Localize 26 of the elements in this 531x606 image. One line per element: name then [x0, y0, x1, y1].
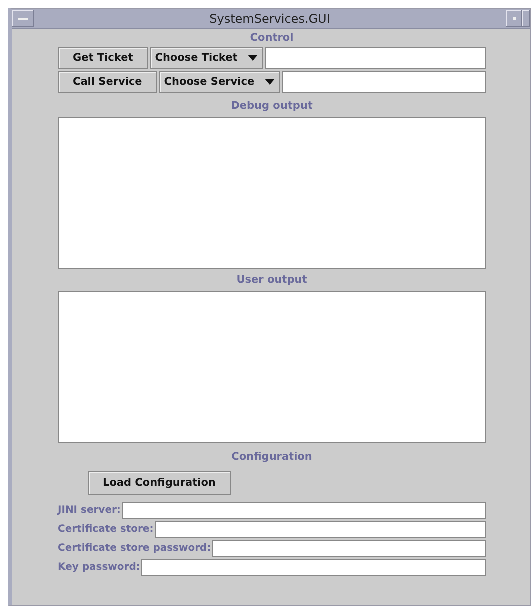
- field-label: Certificate store:: [58, 524, 154, 535]
- caret-icon: [248, 55, 258, 61]
- maximize-button[interactable]: [522, 10, 530, 27]
- input-field[interactable]: [282, 71, 486, 93]
- dropdown[interactable]: Choose Ticket: [150, 47, 263, 69]
- field-label: Key password:: [58, 562, 140, 573]
- field-label: JINI server:: [58, 505, 121, 516]
- section-heading: Control: [250, 31, 294, 46]
- section-heading: Debug output: [231, 99, 313, 114]
- action-button[interactable]: Call Service: [58, 71, 158, 93]
- section-heading: User output: [236, 273, 308, 288]
- action-button[interactable]: Get Ticket: [58, 47, 148, 69]
- input-field[interactable]: [264, 47, 486, 69]
- section-heading: Configuration: [232, 450, 312, 465]
- input-field[interactable]: [212, 540, 486, 557]
- input-field[interactable]: [141, 559, 486, 576]
- minimize-button[interactable]: [506, 10, 522, 27]
- input-field[interactable]: [122, 502, 486, 519]
- dropdown[interactable]: Choose Service: [159, 71, 280, 93]
- caret-icon: [264, 79, 275, 85]
- field-label: Certificate store password:: [58, 543, 212, 554]
- load-configuration-button[interactable]: Load Configuration: [88, 471, 231, 495]
- input-field[interactable]: [154, 521, 486, 538]
- dash-icon: [18, 18, 28, 20]
- window-menu-button[interactable]: [12, 10, 34, 27]
- window-title: SystemServices.GUI: [208, 12, 332, 26]
